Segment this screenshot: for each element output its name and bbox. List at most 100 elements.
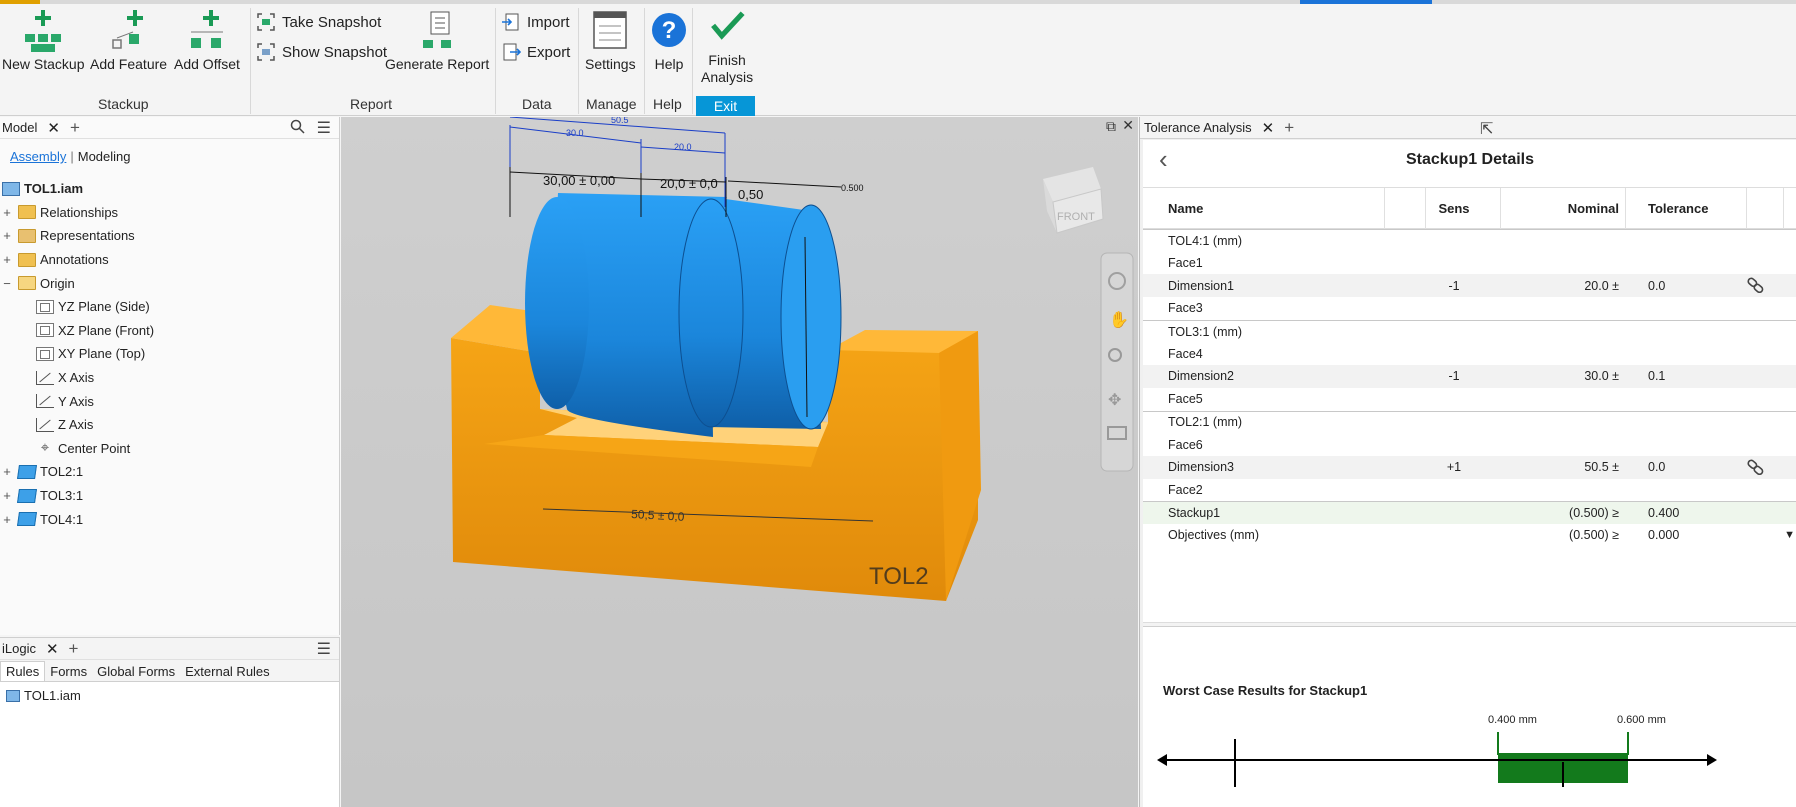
tab-rules[interactable]: Rules (0, 661, 46, 681)
tree-item-relationships[interactable]: + Relationships (0, 201, 338, 225)
restore-window-icon[interactable]: ⧉ (1106, 118, 1116, 135)
grid-row[interactable]: Face6 (1143, 433, 1796, 456)
add-tab-icon[interactable]: + (69, 639, 79, 659)
add-offset-button[interactable]: Add Offset (174, 8, 240, 73)
collapse-icon[interactable]: − (2, 276, 12, 291)
dim-bottom: 50,5 ± 0,0 (631, 507, 685, 524)
col-tolerance[interactable]: Tolerance (1648, 201, 1708, 216)
grid-row[interactable]: Face3 (1143, 297, 1796, 320)
add-feature-label: Add Feature (90, 56, 168, 72)
grid-row[interactable]: TOL4:1 (mm) (1143, 229, 1796, 252)
tree-item-yz-plane[interactable]: YZ Plane (Side) (0, 295, 338, 319)
tree-item-tol2[interactable]: + TOL2:1 (0, 460, 338, 484)
expand-icon[interactable]: + (2, 464, 12, 479)
tab-ilogic[interactable]: iLogic (0, 641, 38, 656)
tab-model[interactable]: Model (0, 120, 39, 135)
grid-row[interactable]: Dimension3 +1 50.5 ± 0.0 (1143, 455, 1796, 479)
col-divider (1783, 188, 1784, 230)
tree-item-tol4[interactable]: + TOL4:1 (0, 507, 338, 531)
expand-icon[interactable]: + (2, 512, 12, 527)
add-tab-icon[interactable]: + (70, 118, 80, 138)
add-tab-icon[interactable]: + (1284, 118, 1294, 138)
close-icon[interactable]: ✕ (47, 119, 60, 137)
close-icon[interactable]: ✕ (1122, 117, 1134, 134)
grid-row[interactable]: Dimension1 -1 20.0 ± 0.0 (1143, 274, 1796, 298)
exit-tab[interactable]: Exit (696, 96, 755, 116)
cell-name: Dimension2 (1168, 369, 1235, 384)
new-stackup-label: New Stackup (2, 56, 85, 72)
show-snapshot-button[interactable]: Show Snapshot (256, 42, 387, 62)
grid-row[interactable]: Objectives (mm) (0.500) ≥ 0.000 ▼ (1143, 524, 1796, 547)
tree-item-xy-plane[interactable]: XY Plane (Top) (0, 342, 338, 366)
dropdown-arrow-icon[interactable]: ▼ (1784, 529, 1795, 541)
close-icon[interactable]: ✕ (46, 640, 59, 658)
close-icon[interactable]: ✕ (1262, 119, 1275, 137)
settings-button[interactable]: Settings (585, 8, 636, 73)
cell-nominal: 20.0 ± (1584, 278, 1619, 293)
back-arrow-icon[interactable]: ‹ (1159, 146, 1168, 172)
tree-item-origin[interactable]: − Origin (0, 271, 338, 295)
tree-item-label: Relationships (40, 204, 119, 220)
tree-item-xz-plane[interactable]: XZ Plane (Front) (0, 319, 338, 343)
finish-analysis-button[interactable]: Finish Analysis (701, 8, 753, 86)
graphics-viewport[interactable]: ⧉ ✕ 50,5 ± 0,0 TOL2 50.5 30.0 20.0 30,00… (341, 117, 1138, 807)
search-icon[interactable] (290, 119, 305, 137)
cell-nominal: (0.500) ≥ (1569, 506, 1619, 521)
col-nominal[interactable]: Nominal (1503, 201, 1619, 216)
export-label: Export (527, 43, 571, 61)
worst-case-chart: 0.400 mm 0.600 mm (1157, 714, 1717, 787)
import-button[interactable]: Import (501, 12, 570, 32)
tree-item-z-axis[interactable]: Z Axis (0, 413, 338, 437)
grid-row[interactable]: Face2 (1143, 479, 1796, 502)
viewcube[interactable]: FRONT (1043, 167, 1104, 234)
expand-icon[interactable]: + (2, 488, 12, 503)
grid-row[interactable]: Face4 (1143, 342, 1796, 365)
tolerance-analysis-panel: Tolerance Analysis ✕ + ⇱ ‹ Stackup1 Deta… (1139, 117, 1796, 807)
subtab-modeling[interactable]: Modeling (74, 149, 135, 164)
grid-header: Name Sens Nominal Tolerance (1143, 187, 1796, 230)
grid-row[interactable]: Dimension2 -1 30.0 ± 0.1 (1143, 365, 1796, 388)
new-stackup-button[interactable]: New Stackup (2, 8, 84, 73)
expand-icon[interactable]: + (2, 205, 12, 220)
cell-name: Face4 (1168, 346, 1203, 361)
menu-icon[interactable]: ☰ (317, 118, 331, 138)
group-separator (495, 8, 496, 114)
grid-row[interactable]: TOL2:1 (mm) (1143, 410, 1796, 434)
tab-external-rules[interactable]: External Rules (180, 662, 275, 681)
col-name[interactable]: Name (1168, 201, 1203, 216)
take-snapshot-button[interactable]: Take Snapshot (256, 12, 381, 32)
tab-global-forms[interactable]: Global Forms (92, 662, 180, 681)
tree-item-center-point[interactable]: ⌖ Center Point (0, 437, 338, 461)
tree-item-label: TOL4:1 (40, 511, 84, 527)
expand-icon[interactable]: + (2, 228, 12, 243)
tab-tolerance-analysis[interactable]: Tolerance Analysis (1142, 120, 1254, 135)
cell-nominal: (0.500) ≥ (1569, 528, 1619, 543)
export-button[interactable]: Export (501, 42, 570, 62)
col-sens[interactable]: Sens (1434, 201, 1474, 216)
cylinder-parts[interactable] (525, 193, 842, 437)
grid-row[interactable]: TOL3:1 (mm) (1143, 319, 1796, 343)
tree-root[interactable]: TOL1.iam (0, 177, 338, 201)
tree-item-annotations[interactable]: + Annotations (0, 248, 338, 272)
add-feature-button[interactable]: Add Feature (90, 8, 167, 73)
link-icon[interactable] (1747, 459, 1765, 475)
expand-icon[interactable]: + (2, 252, 12, 267)
menu-icon[interactable]: ☰ (317, 639, 331, 659)
ilogic-root[interactable]: TOL1.iam (0, 684, 339, 708)
tree-item-x-axis[interactable]: X Axis (0, 366, 338, 390)
tree-item-label: X Axis (58, 370, 95, 386)
subtab-assembly[interactable]: Assembly (6, 149, 70, 164)
grid-row[interactable]: Face5 (1143, 388, 1796, 411)
tab-forms[interactable]: Forms (45, 662, 92, 681)
tree-item-representations[interactable]: + Representations (0, 224, 338, 248)
navigation-bar[interactable]: ✋ ✥ (1100, 252, 1134, 472)
grid-row[interactable]: Face1 (1143, 252, 1796, 275)
tree-item-label: XY Plane (Top) (58, 346, 146, 362)
grid-row[interactable]: Stackup1 (0.500) ≥ 0.400 (1143, 501, 1796, 524)
link-icon[interactable] (1747, 277, 1765, 294)
tree-item-tol3[interactable]: + TOL3:1 (0, 484, 338, 508)
generate-report-button[interactable]: Generate Report (385, 8, 489, 73)
help-button[interactable]: ? Help (647, 8, 691, 73)
finish-analysis-label-2: Analysis (701, 69, 754, 85)
tree-item-y-axis[interactable]: Y Axis (0, 389, 338, 413)
